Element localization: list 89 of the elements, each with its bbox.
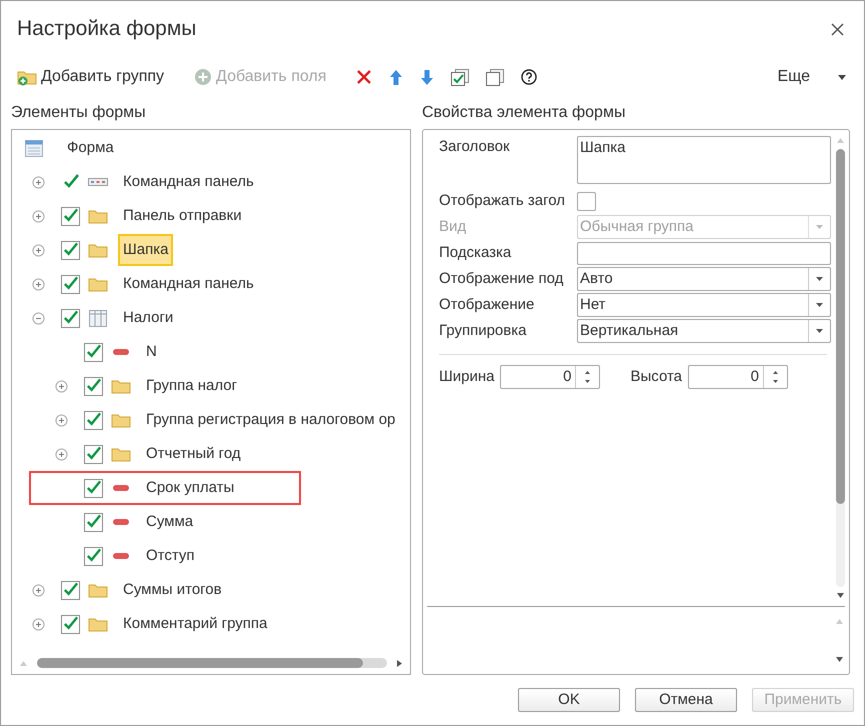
property-label: Заголовок bbox=[439, 137, 511, 157]
field-icon bbox=[113, 485, 129, 491]
panel-title: Элементы формы bbox=[11, 103, 147, 123]
dropdown-arrow-icon[interactable] bbox=[816, 303, 823, 307]
property-label: Отображать загол bbox=[439, 190, 566, 211]
collapse-icon[interactable] bbox=[32, 312, 45, 324]
number-field[interactable]: 0 bbox=[500, 365, 600, 389]
more-menu-button[interactable]: Еще bbox=[777, 65, 846, 89]
dropdown-field[interactable]: Вертикальная bbox=[577, 319, 831, 343]
number-field[interactable]: 0 bbox=[688, 365, 788, 389]
delete-icon[interactable] bbox=[356, 69, 372, 85]
checkbox[interactable] bbox=[61, 308, 80, 328]
caret-icon[interactable] bbox=[838, 74, 846, 80]
checkbox[interactable] bbox=[577, 192, 596, 210]
checkbox[interactable] bbox=[84, 410, 103, 430]
horizontal-scrollbar[interactable] bbox=[37, 658, 387, 668]
caption-field[interactable]: Шапка bbox=[577, 136, 831, 184]
tree-item[interactable]: Отступ bbox=[141, 540, 200, 572]
scroll-down-icon[interactable] bbox=[836, 657, 842, 662]
tree-item[interactable]: Суммы итогов bbox=[118, 574, 227, 606]
checkbox[interactable] bbox=[84, 444, 103, 464]
scroll-down-icon[interactable] bbox=[836, 593, 844, 598]
checkbox[interactable] bbox=[84, 512, 103, 532]
field-icon bbox=[113, 349, 129, 355]
tree-item[interactable]: Срок уплаты bbox=[141, 472, 240, 504]
table-icon bbox=[89, 310, 107, 326]
spin-down-icon[interactable] bbox=[773, 380, 778, 383]
property-label: Группировка bbox=[439, 320, 528, 341]
arrow-down-icon[interactable] bbox=[420, 68, 434, 86]
dialog-button[interactable]: OK bbox=[518, 688, 620, 712]
size-label: Высота bbox=[630, 366, 682, 387]
tree-item[interactable]: N bbox=[141, 336, 162, 368]
add-group-button[interactable]: Добавить группу bbox=[17, 65, 164, 89]
help-icon[interactable] bbox=[521, 69, 538, 85]
expand-icon[interactable] bbox=[55, 448, 68, 460]
tree-item[interactable]: Комментарий группа bbox=[118, 608, 272, 640]
property-label: Отображение под bbox=[439, 268, 564, 289]
field-icon bbox=[113, 553, 129, 559]
property-label: Вид bbox=[439, 216, 468, 237]
property-label: Подсказка bbox=[439, 242, 512, 263]
checkbox[interactable] bbox=[61, 274, 80, 294]
checkbox[interactable] bbox=[61, 580, 80, 600]
expand-icon[interactable] bbox=[32, 176, 45, 188]
expand-icon[interactable] bbox=[32, 278, 45, 290]
expand-icon[interactable] bbox=[32, 618, 45, 630]
tree-item[interactable]: Группа налог bbox=[141, 370, 242, 402]
form-icon bbox=[25, 140, 43, 156]
size-label: Ширина bbox=[439, 366, 494, 387]
command-bar-icon bbox=[88, 178, 108, 186]
spin-up-icon[interactable] bbox=[773, 371, 778, 374]
tree-item[interactable]: Сумма bbox=[141, 506, 198, 538]
scroll-right-icon[interactable] bbox=[397, 660, 402, 666]
spin-down-icon[interactable] bbox=[585, 380, 590, 383]
property-label: Отображение bbox=[439, 294, 536, 315]
expand-icon[interactable] bbox=[32, 584, 45, 596]
tree-item[interactable]: Командная панель bbox=[118, 166, 259, 198]
checkbox[interactable] bbox=[61, 614, 80, 634]
tree-item[interactable]: Группа регистрация в налоговом ор bbox=[141, 404, 400, 436]
expand-icon[interactable] bbox=[32, 244, 45, 256]
checkbox[interactable] bbox=[84, 376, 103, 396]
dialog-button[interactable]: Отмена bbox=[635, 688, 737, 712]
field-icon bbox=[113, 519, 129, 525]
checkbox[interactable] bbox=[84, 546, 103, 566]
tree-item[interactable]: Налоги bbox=[118, 302, 178, 334]
tree-item[interactable]: Отчетный год bbox=[141, 438, 246, 470]
tree-item[interactable]: Форма bbox=[62, 132, 119, 164]
dropdown-field[interactable]: Нет bbox=[577, 293, 831, 317]
hint-field[interactable] bbox=[577, 242, 831, 264]
expand-icon[interactable] bbox=[55, 414, 68, 426]
expand-icon[interactable] bbox=[32, 210, 45, 222]
dropdown-arrow-icon[interactable] bbox=[816, 277, 823, 281]
checkbox[interactable] bbox=[61, 206, 80, 226]
check-all-icon[interactable] bbox=[451, 68, 470, 86]
arrow-up-icon[interactable] bbox=[389, 68, 404, 86]
close-icon[interactable] bbox=[831, 22, 844, 36]
expand-icon[interactable] bbox=[55, 380, 68, 392]
checkbox[interactable] bbox=[84, 478, 103, 498]
tree-item[interactable]: Шапка bbox=[118, 234, 174, 266]
tree-item[interactable]: Командная панель bbox=[118, 268, 259, 300]
dropdown-arrow-icon[interactable] bbox=[816, 329, 823, 333]
dropdown-field[interactable]: Авто bbox=[577, 267, 831, 291]
vertical-scrollbar[interactable] bbox=[836, 149, 844, 587]
window-title: Настройка формы bbox=[17, 16, 196, 42]
tree-item[interactable]: Панель отправки bbox=[118, 200, 247, 232]
panel-title: Свойства элемента формы bbox=[422, 103, 626, 123]
checkbox[interactable] bbox=[61, 240, 80, 260]
spin-up-icon[interactable] bbox=[585, 371, 590, 374]
copy-icon[interactable] bbox=[486, 68, 504, 86]
checkbox[interactable] bbox=[84, 342, 103, 362]
